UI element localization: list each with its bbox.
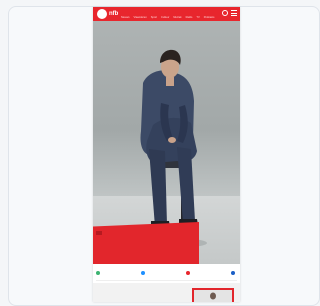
site-logo[interactable] bbox=[97, 9, 107, 19]
nav-item[interactable]: Sport bbox=[151, 16, 157, 19]
hamburger-menu-icon[interactable] bbox=[231, 10, 237, 16]
hero-image[interactable] bbox=[93, 21, 240, 264]
nav-item[interactable]: Cultuur bbox=[161, 16, 169, 19]
main-nav: Nieuws Vlaanderen Sport Cultuur Muziek R… bbox=[121, 16, 214, 19]
share-item[interactable] bbox=[141, 271, 147, 275]
related-thumbnail[interactable] bbox=[192, 288, 234, 302]
site-header: nfb Nieuws Vlaanderen Sport Cultuur Muzi… bbox=[93, 7, 240, 21]
search-icon[interactable] bbox=[222, 10, 228, 16]
share-item[interactable] bbox=[186, 271, 192, 275]
share-messenger-icon bbox=[141, 271, 145, 275]
share-item[interactable] bbox=[96, 271, 102, 275]
share-bar bbox=[96, 266, 237, 281]
mobile-page-preview: nfb Nieuws Vlaanderen Sport Cultuur Muzi… bbox=[93, 7, 240, 302]
headline-overlay[interactable] bbox=[93, 222, 199, 264]
share-item[interactable] bbox=[231, 271, 237, 275]
nav-item[interactable]: Radio bbox=[186, 16, 193, 19]
article-kicker bbox=[96, 231, 102, 235]
share-whatsapp-icon bbox=[96, 271, 100, 275]
nav-item[interactable]: TV bbox=[196, 16, 199, 19]
related-thumbnail-image bbox=[194, 290, 232, 302]
nav-item[interactable]: Muziek bbox=[173, 16, 181, 19]
nav-item[interactable]: Podcasts bbox=[204, 16, 215, 19]
nav-item[interactable]: Nieuws bbox=[121, 16, 130, 19]
nav-item[interactable]: Vlaanderen bbox=[134, 16, 147, 19]
site-logo-text: nfb bbox=[109, 11, 119, 17]
related-article[interactable] bbox=[93, 283, 240, 302]
share-facebook-icon bbox=[231, 271, 235, 275]
share-link-icon bbox=[186, 271, 190, 275]
